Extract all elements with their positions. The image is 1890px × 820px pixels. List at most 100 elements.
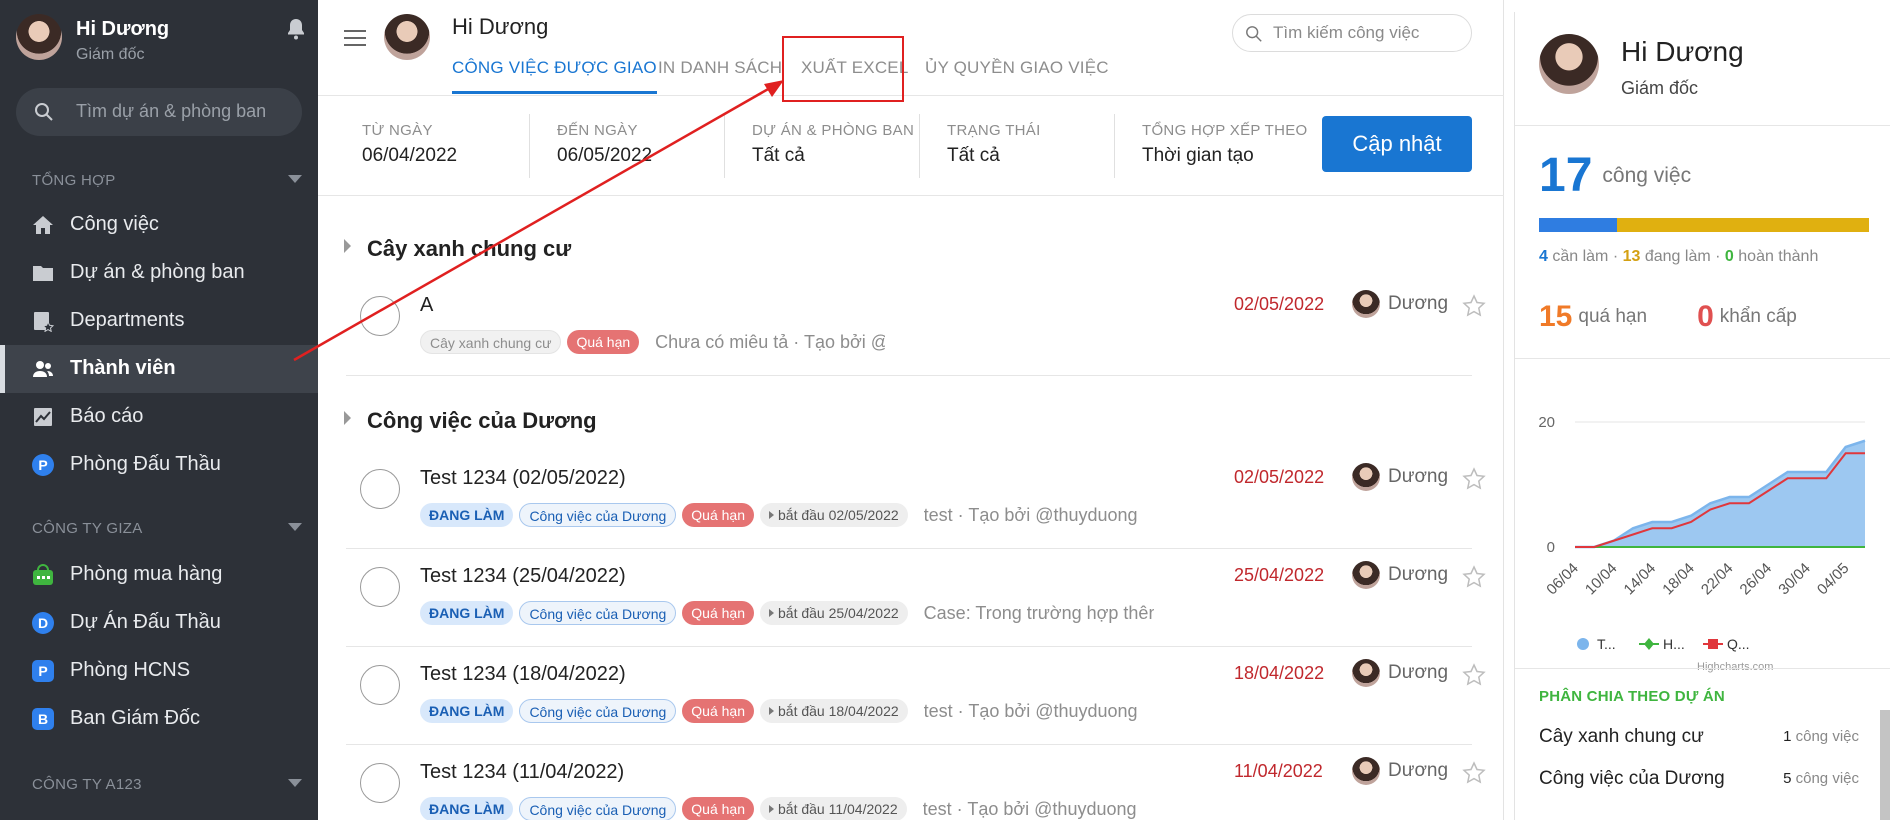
project-chip[interactable]: Công việc của Dương <box>519 503 677 527</box>
sidebar-search-placeholder: Tìm dự án & phòng ban <box>76 101 267 121</box>
assignee[interactable]: Dương <box>1352 659 1448 687</box>
assignee[interactable]: Dương <box>1352 561 1448 589</box>
project-row[interactable]: Cây xanh chung cư 1 công việc <box>1539 726 1859 756</box>
sidebar-item-bao-cao[interactable]: Báo cáo <box>0 393 318 441</box>
sidebar-user[interactable]: Hi Dương Giám đốc <box>16 14 306 64</box>
assignee[interactable]: Dương <box>1352 757 1448 785</box>
user-role: Giám đốc <box>76 46 145 63</box>
star-icon[interactable] <box>1462 663 1486 687</box>
scrollbar-thumb[interactable] <box>1880 710 1890 820</box>
star-icon[interactable] <box>1462 761 1486 785</box>
project-count-unit: công việc <box>1795 728 1859 745</box>
divider <box>1515 668 1890 669</box>
star-icon[interactable] <box>1462 565 1486 589</box>
status-badge: ĐANG LÀM <box>420 601 514 625</box>
complete-checkbox[interactable] <box>360 567 400 607</box>
y-tick-label: 20 <box>1538 414 1555 431</box>
chevron-down-icon[interactable] <box>288 175 302 183</box>
project-row[interactable]: Công việc của Dương 5 công việc <box>1539 768 1859 798</box>
tab-uy-quyen-giao-viec[interactable]: ỦY QUYỀN GIAO VIỆC <box>925 58 1109 78</box>
sidebar-item-du-an-dau-thau[interactable]: D Dự Án Đấu Thầu <box>0 599 318 647</box>
star-icon[interactable] <box>1462 467 1486 491</box>
progress-bar <box>1539 218 1869 232</box>
filter-value: Tất cả <box>752 145 805 166</box>
sidebar-item-thanh-vien[interactable]: Thành viên <box>0 345 318 393</box>
task-title[interactable]: Test 1234 (25/04/2022) <box>420 565 626 588</box>
avatar <box>1352 757 1380 785</box>
avatar[interactable] <box>384 14 430 60</box>
chevron-down-icon[interactable] <box>288 523 302 531</box>
filter-bar: TỪ NGÀY 06/04/2022 ĐẾN NGÀY 06/05/2022 D… <box>318 96 1504 196</box>
filter-from-date[interactable]: TỪ NGÀY 06/04/2022 <box>362 122 552 182</box>
complete-checkbox[interactable] <box>360 665 400 705</box>
task-title[interactable]: Test 1234 (11/04/2022) <box>420 761 624 784</box>
sidebar-item-phong-mua-hang[interactable]: Phòng mua hàng <box>0 551 318 599</box>
task-row[interactable]: Test 1234 (25/04/2022) ĐANG LÀM Công việc… <box>346 549 1486 647</box>
tab-in-danh-sach[interactable]: IN DANH SÁCH <box>658 58 782 78</box>
project-chip[interactable]: Công việc của Dương <box>519 601 677 625</box>
avatar <box>1352 561 1380 589</box>
complete-checkbox[interactable] <box>360 296 400 336</box>
section-cong-ty-giza: CÔNG TY GIZA <box>32 520 143 537</box>
task-row[interactable]: Test 1234 (02/05/2022) ĐANG LÀM Công việc… <box>346 451 1486 549</box>
legend-label: H... <box>1663 636 1685 652</box>
filter-label: TỔNG HỢP XẾP THEO <box>1142 122 1308 139</box>
group-header[interactable]: Cây xanh chung cư <box>344 236 571 262</box>
tab-cong-viec-duoc-giao[interactable]: CÔNG VIỆC ĐƯỢC GIAO <box>452 58 657 94</box>
complete-checkbox[interactable] <box>360 763 400 803</box>
task-title[interactable]: Test 1234 (02/05/2022) <box>420 467 626 490</box>
filter-project[interactable]: DỰ ÁN & PHÒNG BAN Tất cả <box>752 122 942 182</box>
legend-marker <box>1577 638 1589 650</box>
top-bar: Hi Dương CÔNG VIỆC ĐƯỢC GIAO IN DANH SÁC… <box>318 0 1504 102</box>
sidebar-item-label: Báo cáo <box>70 405 144 427</box>
filter-status[interactable]: TRẠNG THÁI Tất cả <box>947 122 1137 182</box>
assignee[interactable]: Dương <box>1352 463 1448 491</box>
y-tick-label: 0 <box>1547 539 1555 556</box>
x-tick-label: 14/04 <box>1621 560 1660 599</box>
task-title[interactable]: Test 1234 (18/04/2022) <box>420 663 626 686</box>
filter-label: DỰ ÁN & PHÒNG BAN <box>752 122 915 139</box>
sidebar-item-departments[interactable]: Departments <box>0 297 318 345</box>
assignee[interactable]: Dương <box>1352 290 1448 318</box>
menu-icon[interactable] <box>344 30 366 48</box>
divider <box>1515 358 1890 359</box>
star-icon[interactable] <box>1462 294 1486 318</box>
task-search-placeholder: Tìm kiếm công việc <box>1273 23 1420 42</box>
chevron-down-icon[interactable] <box>288 779 302 787</box>
filter-sort[interactable]: TỔNG HỢP XẾP THEO Thời gian tạo <box>1142 122 1332 182</box>
x-tick-label: 26/04 <box>1737 560 1776 599</box>
done-count: 0 <box>1724 248 1734 265</box>
progress-chart: 20 0 06/04 10/04 14/04 18/04 22/04 26/04 30/04 04… <box>1538 414 1866 673</box>
sidebar-item-cong-viec[interactable]: Công việc <box>0 201 318 249</box>
task-row[interactable]: A Cây xanh chung cư Quá hạn Chưa có miêu t… <box>346 278 1486 376</box>
assignee-name: Dương <box>1388 564 1449 585</box>
sidebar-item-phong-dau-thau[interactable]: P Phòng Đấu Thầu <box>0 441 318 489</box>
sidebar-item-phong-hcns[interactable]: P Phòng HCNS <box>0 647 318 695</box>
filter-to-date[interactable]: ĐẾN NGÀY 06/05/2022 <box>557 122 747 182</box>
group-title: Công việc của Dương <box>367 408 597 433</box>
sidebar-item-du-an[interactable]: Dự án & phòng ban <box>0 249 318 297</box>
sidebar-search[interactable]: Tìm dự án & phòng ban <box>16 88 302 136</box>
user-name: Hi Dương <box>76 18 170 40</box>
project-chip[interactable]: Công việc của Dương <box>519 797 677 820</box>
status-breakdown: 4 cần làm · 13 đang làm · 0 hoàn thành <box>1539 248 1819 265</box>
project-chip[interactable]: Cây xanh chung cư <box>420 330 562 354</box>
section-tong-hop: TỔNG HỢP <box>32 172 116 189</box>
folder-icon <box>33 266 53 281</box>
task-search-input[interactable]: Tìm kiếm công việc <box>1232 14 1472 52</box>
update-button[interactable]: Cập nhật <box>1322 116 1472 172</box>
bell-icon[interactable] <box>286 18 306 40</box>
overdue-badge: Quá hạn <box>682 699 754 723</box>
group-header[interactable]: Công việc của Dương <box>344 408 597 434</box>
sidebar-item-ban-giam-doc[interactable]: B Ban Giám Đốc <box>0 695 318 743</box>
task-title[interactable]: A <box>420 294 433 317</box>
complete-checkbox[interactable] <box>360 469 400 509</box>
task-row[interactable]: Test 1234 (11/04/2022) ĐANG LÀM Công việc… <box>346 745 1486 820</box>
filter-label: TỪ NGÀY <box>362 122 433 139</box>
urgent-count: 0 <box>1697 300 1714 333</box>
task-row[interactable]: Test 1234 (18/04/2022) ĐANG LÀM Công việc… <box>346 647 1486 745</box>
project-chip[interactable]: Công việc của Dương <box>519 699 677 723</box>
avatar[interactable] <box>16 14 62 60</box>
sidebar-item-label: Departments <box>70 309 185 331</box>
overdue-urgent-stats: 15 quá hạn 0 khẩn cấp <box>1539 300 1847 334</box>
